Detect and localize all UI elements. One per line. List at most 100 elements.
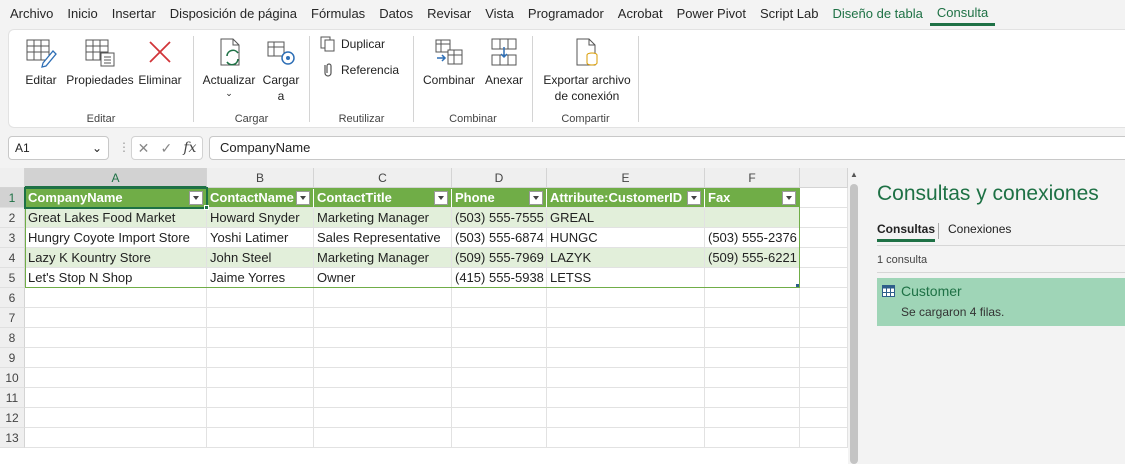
cell[interactable]: [800, 348, 848, 368]
cell[interactable]: [452, 328, 547, 348]
cell[interactable]: [800, 388, 848, 408]
filter-dropdown-icon[interactable]: [296, 191, 310, 205]
column-header-b[interactable]: B: [207, 168, 314, 188]
eliminar-button[interactable]: Eliminar: [137, 36, 183, 88]
filter-dropdown-icon[interactable]: [189, 191, 203, 205]
formula-input[interactable]: CompanyName: [209, 136, 1125, 160]
cell[interactable]: [800, 268, 848, 288]
cell[interactable]: [547, 428, 705, 448]
cell[interactable]: [314, 368, 452, 388]
row-header[interactable]: 12: [0, 408, 25, 428]
table-cell[interactable]: Owner: [314, 268, 452, 288]
cell[interactable]: [800, 368, 848, 388]
table-cell[interactable]: Marketing Manager: [314, 208, 452, 228]
tab-power-pivot[interactable]: Power Pivot: [670, 2, 753, 26]
cell[interactable]: [207, 288, 314, 308]
table-header-cell[interactable]: Fax: [705, 188, 800, 208]
cell[interactable]: [314, 288, 452, 308]
cell[interactable]: [705, 288, 800, 308]
duplicar-button[interactable]: Duplicar: [320, 34, 385, 54]
row-header[interactable]: 7: [0, 308, 25, 328]
table-cell[interactable]: (415) 555-5938: [452, 268, 547, 288]
cargar-a-button[interactable]: Cargar a: [260, 36, 302, 104]
row-header[interactable]: 10: [0, 368, 25, 388]
column-header-d[interactable]: D: [452, 168, 547, 188]
table-cell[interactable]: (503) 555-2376: [705, 228, 800, 248]
more-icon[interactable]: ⋮: [118, 140, 130, 154]
cell[interactable]: [705, 328, 800, 348]
cell[interactable]: [25, 308, 207, 328]
table-cell[interactable]: Hungry Coyote Import Store: [25, 228, 207, 248]
cell[interactable]: [800, 308, 848, 328]
tab-script-lab[interactable]: Script Lab: [753, 2, 826, 26]
cell[interactable]: [207, 328, 314, 348]
cell[interactable]: [207, 348, 314, 368]
cell[interactable]: [207, 368, 314, 388]
row-header[interactable]: 4: [0, 248, 25, 268]
cell[interactable]: [800, 228, 848, 248]
table-cell[interactable]: Sales Representative: [314, 228, 452, 248]
cell[interactable]: [207, 308, 314, 328]
cell[interactable]: [25, 408, 207, 428]
table-cell[interactable]: Jaime Yorres: [207, 268, 314, 288]
tab-f-rmulas[interactable]: Fórmulas: [304, 2, 372, 26]
table-cell[interactable]: (503) 555-7555: [452, 208, 547, 228]
cell[interactable]: [452, 308, 547, 328]
column-header-f[interactable]: F: [705, 168, 800, 188]
cell[interactable]: [452, 368, 547, 388]
exportar-conexion-button[interactable]: Exportar archivo de conexión: [537, 36, 637, 104]
confirm-icon[interactable]: ✓: [160, 140, 172, 157]
tab-conexiones[interactable]: Conexiones: [948, 222, 1011, 236]
tab-programador[interactable]: Programador: [521, 2, 611, 26]
cell[interactable]: [547, 388, 705, 408]
cell[interactable]: [547, 308, 705, 328]
cell[interactable]: [25, 348, 207, 368]
cell[interactable]: [705, 408, 800, 428]
table-cell[interactable]: Lazy K Kountry Store: [25, 248, 207, 268]
cell[interactable]: [800, 328, 848, 348]
row-header[interactable]: 2: [0, 208, 25, 228]
row-header[interactable]: 1: [0, 188, 25, 208]
tab-consultas[interactable]: Consultas: [877, 222, 936, 242]
cell[interactable]: [25, 368, 207, 388]
cell[interactable]: [25, 328, 207, 348]
cell[interactable]: [207, 408, 314, 428]
cell[interactable]: [800, 188, 848, 208]
tab-insertar[interactable]: Insertar: [105, 2, 163, 26]
cell[interactable]: [207, 428, 314, 448]
referencia-button[interactable]: Referencia: [320, 60, 399, 80]
table-cell[interactable]: (503) 555-6874: [452, 228, 547, 248]
row-header[interactable]: 6: [0, 288, 25, 308]
editar-button[interactable]: Editar: [19, 36, 63, 88]
cell[interactable]: [25, 288, 207, 308]
filter-dropdown-icon[interactable]: [434, 191, 448, 205]
scroll-up-icon[interactable]: ▲: [850, 170, 858, 179]
cell[interactable]: [800, 428, 848, 448]
column-header-c[interactable]: C: [314, 168, 452, 188]
table-cell[interactable]: Great Lakes Food Market: [25, 208, 207, 228]
tab-vista[interactable]: Vista: [478, 2, 521, 26]
propiedades-button[interactable]: Propiedades: [65, 36, 135, 88]
filter-dropdown-icon[interactable]: [782, 191, 796, 205]
row-header[interactable]: 8: [0, 328, 25, 348]
column-header-g[interactable]: [800, 168, 848, 188]
cell[interactable]: [547, 368, 705, 388]
chevron-down-icon[interactable]: ⌄: [92, 137, 102, 159]
table-cell[interactable]: HUNGC: [547, 228, 705, 248]
table-cell[interactable]: GREAL: [547, 208, 705, 228]
table-cell[interactable]: [705, 268, 800, 288]
cell[interactable]: [452, 408, 547, 428]
row-header[interactable]: 13: [0, 428, 25, 448]
select-all-corner[interactable]: [0, 168, 25, 188]
table-header-cell[interactable]: Attribute:CustomerID: [547, 188, 705, 208]
table-cell[interactable]: Let's Stop N Shop: [25, 268, 207, 288]
vertical-scrollbar[interactable]: ▲: [848, 168, 860, 464]
cell[interactable]: [547, 328, 705, 348]
actualizar-button[interactable]: Actualizar ⌄: [200, 36, 258, 98]
cell[interactable]: [314, 308, 452, 328]
cell[interactable]: [314, 328, 452, 348]
column-header-a[interactable]: A: [25, 168, 207, 188]
cell[interactable]: [800, 288, 848, 308]
cell[interactable]: [705, 388, 800, 408]
insert-function-icon[interactable]: fx: [183, 140, 196, 156]
